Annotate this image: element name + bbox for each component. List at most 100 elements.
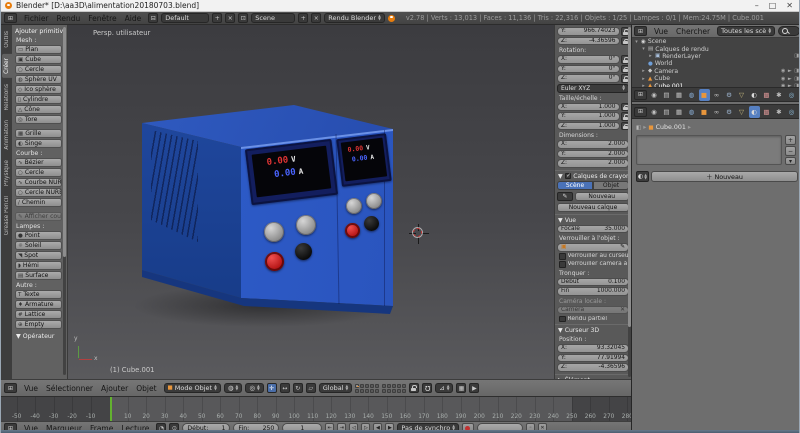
lock-object-field[interactable]: ▣✎ xyxy=(557,243,629,252)
operator-panel-header[interactable]: ▼ Opérateur xyxy=(16,333,61,340)
minimize-button[interactable]: – xyxy=(755,1,759,10)
select-toggle-icon[interactable]: ► xyxy=(788,76,792,82)
expander-icon[interactable]: ▸ xyxy=(648,53,653,59)
material-new-button[interactable]: ＋ Nouveau xyxy=(651,171,798,182)
add-sphere-uv-button[interactable]: ◍Sphère UV xyxy=(15,75,62,84)
properties-tab-texture[interactable]: ▩ xyxy=(761,89,772,101)
outliner-menu-vue[interactable]: Vue xyxy=(650,27,672,36)
outliner-menu-chercher[interactable]: Chercher xyxy=(672,27,714,36)
dimension-x-field[interactable]: X:2.000 xyxy=(557,140,629,149)
snap-element-select[interactable]: ⊿ xyxy=(435,383,453,393)
toolshelf-tab-physique[interactable]: Physique xyxy=(2,156,12,190)
outliner-item-calquesderendu[interactable]: ▾▤Calques de rendu xyxy=(632,45,800,52)
add-ico-sphere-button[interactable]: ◇Ico sphère xyxy=(15,85,62,94)
menu-rendu[interactable]: Rendu xyxy=(53,14,85,23)
add-empty-button[interactable]: ⊕Empty xyxy=(15,320,62,329)
gp-new-button[interactable]: Nouveau xyxy=(575,192,630,201)
add-grille-button[interactable]: ▦Grille xyxy=(15,129,62,138)
add-chemin-button[interactable]: /Chemin xyxy=(15,198,62,207)
scene-add-button[interactable]: + xyxy=(298,13,308,23)
add-soleil-button[interactable]: ☼Soleil xyxy=(15,241,62,250)
layer-cell[interactable] xyxy=(360,389,364,393)
properties-tab-render-layers[interactable]: ▤ xyxy=(661,106,672,118)
scene-select[interactable]: Scene xyxy=(251,13,295,23)
menu-aide[interactable]: Aide xyxy=(121,14,146,23)
screen-layout-select[interactable]: Default xyxy=(161,13,209,23)
shading-select[interactable]: ◍ xyxy=(224,383,242,393)
layer-cell[interactable] xyxy=(370,384,374,388)
clip-end-field[interactable]: Fin1000.000 xyxy=(557,287,629,296)
layer-cell[interactable] xyxy=(365,384,369,388)
manipulator-scale-button[interactable]: ▱ xyxy=(306,383,316,393)
add-spot-button[interactable]: ◥Spot xyxy=(15,251,62,260)
outliner-search-input[interactable] xyxy=(778,26,800,36)
timeline-ruler[interactable]: -50-40-30-20-101020304050607080901001101… xyxy=(1,397,631,421)
properties-tab-world[interactable]: ◍ xyxy=(686,89,697,101)
render-border-checkbox[interactable] xyxy=(559,316,566,323)
outliner-item-renderlayer[interactable]: ▸▣RenderLayer◨ xyxy=(632,53,800,60)
eye-toggle-icon[interactable]: ◉ xyxy=(781,76,785,82)
layer-cell[interactable] xyxy=(382,384,386,388)
close-button[interactable]: ✕ xyxy=(786,1,793,10)
properties-tab-texture[interactable]: ▩ xyxy=(761,106,772,118)
slot-specials-button[interactable]: ▾ xyxy=(785,157,796,165)
expander-icon[interactable]: ▸ xyxy=(641,68,646,74)
orientation-select[interactable]: Global xyxy=(319,383,353,393)
layer-cell[interactable] xyxy=(387,384,391,388)
layer-cell[interactable] xyxy=(375,389,379,393)
add-courbe-nurbs-button[interactable]: ∿Courbe NURBS xyxy=(15,178,62,187)
scene-browse-icon[interactable]: ⊡ xyxy=(238,13,248,23)
local-camera-field[interactable]: Camera✕ xyxy=(557,306,629,315)
layer-buttons[interactable] xyxy=(355,384,406,393)
clip-start-field[interactable]: Début0.100 xyxy=(557,278,629,287)
outliner-editor-type-button[interactable]: ⊞ xyxy=(634,26,647,36)
manipulator-rotate-button[interactable]: ↻ xyxy=(293,383,303,393)
properties-tab-modifiers[interactable]: ⚙ xyxy=(724,106,735,118)
editor-type-button[interactable]: ⊞ xyxy=(4,13,17,23)
layer-cell[interactable] xyxy=(392,389,396,393)
add-cylindre-button[interactable]: ▯Cylindre xyxy=(15,95,62,104)
cursor-z-field[interactable]: Z:-4.36596 xyxy=(557,363,629,372)
viewport-menu-ajouter[interactable]: Ajouter xyxy=(97,384,132,393)
layout-delete-button[interactable]: × xyxy=(225,13,235,23)
cursor-x-field[interactable]: X:93.32045 xyxy=(557,344,629,353)
outliner-item-scene[interactable]: ▾◉Scene xyxy=(632,38,800,45)
dimension-z-field[interactable]: Z:2.000 xyxy=(557,159,629,168)
add-plan-button[interactable]: ▭Plan xyxy=(15,45,62,54)
manipulator-translate-button[interactable]: ↔ xyxy=(280,383,290,393)
outliner-filter-select[interactable]: Toutes les scènes xyxy=(717,26,775,36)
layer-cell[interactable] xyxy=(392,384,396,388)
properties-tab-physics[interactable]: ◎ xyxy=(786,106,797,118)
properties-tab-material[interactable]: ◐ xyxy=(749,106,760,118)
add-cercle-courbe-button[interactable]: ○Cercle xyxy=(15,168,62,177)
outliner-item-cube[interactable]: ▸▲Cube◉►◨ xyxy=(632,75,800,82)
render-toggle-icon[interactable]: ◨ xyxy=(794,76,799,82)
layout-browse-icon[interactable]: ⊟ xyxy=(148,13,158,23)
layer-cell[interactable] xyxy=(397,384,401,388)
properties-tab-world[interactable]: ◍ xyxy=(686,106,697,118)
focal-length-field[interactable]: Focale35.000 xyxy=(557,225,629,234)
layer-cell[interactable] xyxy=(402,384,406,388)
add-surface-button[interactable]: ▤Surface xyxy=(15,271,62,280)
layer-cell[interactable] xyxy=(355,389,359,393)
snap-magnet-icon[interactable]: Ω xyxy=(422,383,432,393)
menu-fentre[interactable]: Fenêtre xyxy=(84,14,120,23)
pin-icon[interactable]: ◧ xyxy=(636,125,641,131)
mode-select[interactable]: ■ Mode Objet xyxy=(164,383,221,393)
add-lattice-button[interactable]: #Lattice xyxy=(15,310,62,319)
properties-tab-object[interactable]: ■ xyxy=(699,106,710,118)
add-cercle-nurbs-button[interactable]: ○Cercle NURBS xyxy=(15,188,62,197)
properties-tab-constraints[interactable]: ∞ xyxy=(711,89,722,101)
gp-new-layer-button[interactable]: Nouveau calque xyxy=(557,203,629,212)
location-z-field[interactable]: Z:-4.36596 xyxy=(557,37,620,46)
layer-cell[interactable] xyxy=(402,389,406,393)
add-singe-button[interactable]: ◐Singe xyxy=(15,139,62,148)
properties-tab-data[interactable]: ▽ xyxy=(736,89,747,101)
layer-cell[interactable] xyxy=(382,389,386,393)
properties-tab-constraints[interactable]: ∞ xyxy=(711,106,722,118)
eyedropper-icon[interactable]: ✎ xyxy=(620,244,625,250)
properties-tab-object[interactable]: ■ xyxy=(699,89,710,101)
add-tore-button[interactable]: ◎Tore xyxy=(15,115,62,124)
maximize-button[interactable]: □ xyxy=(769,1,777,10)
cursor-y-field[interactable]: Y:77.91994 xyxy=(557,354,629,363)
